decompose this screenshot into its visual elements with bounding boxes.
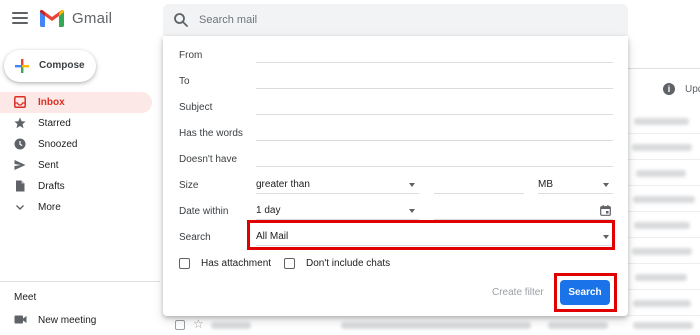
meet-section-title: Meet (14, 292, 37, 303)
sidebar-item-label: Inbox (38, 97, 65, 108)
sidebar-item-starred[interactable]: Starred (0, 113, 152, 134)
top-bar: Gmail (0, 0, 700, 40)
sidebar-item-label: Sent (38, 160, 59, 171)
doesnt-have-label: Doesn't have (179, 154, 238, 165)
main-menu-icon[interactable] (12, 12, 28, 26)
to-underline (256, 88, 613, 89)
list-item[interactable] (628, 290, 700, 316)
size-label: Size (179, 180, 199, 191)
sidebar-item-label: Drafts (38, 181, 65, 192)
video-camera-icon (14, 315, 27, 324)
sidebar-item-snoozed[interactable]: Snoozed (0, 134, 152, 155)
checkbox-icon (179, 258, 190, 269)
sidebar-item-label: More (38, 202, 61, 213)
inbox-icon (14, 96, 26, 108)
date-within-label: Date within (179, 206, 229, 217)
from-underline (256, 62, 613, 63)
calendar-icon[interactable] (600, 205, 611, 216)
size-unit-value: MB (538, 179, 553, 190)
subject-field[interactable] (256, 98, 613, 114)
date-within-value: 1 day (256, 205, 281, 216)
size-value-field[interactable] (434, 176, 524, 194)
search-input[interactable] (199, 11, 599, 29)
size-unit-select[interactable]: MB (538, 176, 613, 194)
info-icon[interactable]: i (663, 83, 675, 95)
sidebar-item-more[interactable]: More (0, 197, 152, 218)
checkbox-icon (284, 258, 295, 269)
sidebar: Compose Inbox Starred Snoozed Sent Draft… (0, 40, 160, 335)
to-label: To (179, 76, 190, 87)
clock-icon (14, 138, 26, 150)
send-icon (14, 160, 26, 170)
new-meeting-item[interactable]: New meeting (0, 310, 152, 330)
app-name: Gmail (72, 10, 113, 27)
list-header-text: Upd (685, 84, 700, 95)
star-icon (14, 117, 26, 129)
size-operator-select[interactable]: greater than (256, 176, 419, 194)
sidebar-item-inbox[interactable]: Inbox (0, 92, 152, 113)
plus-icon (15, 59, 29, 73)
list-item[interactable] (628, 238, 700, 264)
has-words-field[interactable] (256, 124, 613, 140)
gmail-logo-icon (40, 10, 64, 27)
doesnt-have-field[interactable] (256, 150, 613, 166)
sidebar-divider (0, 281, 160, 282)
has-words-underline (256, 140, 613, 141)
sidebar-item-label: Starred (38, 118, 71, 129)
gmail-window: Gmail Compose (0, 0, 700, 335)
sidebar-item-sent[interactable]: Sent (0, 155, 152, 176)
chevron-down-icon (16, 205, 24, 210)
create-filter-link[interactable]: Create filter (492, 287, 544, 298)
from-label: From (179, 50, 203, 61)
doesnt-have-underline (256, 166, 613, 167)
highlight-box (554, 273, 617, 312)
list-item[interactable] (628, 186, 700, 212)
caret-down-icon (603, 183, 609, 187)
caret-down-icon (409, 209, 415, 213)
highlight-box (247, 220, 615, 250)
caret-down-icon (409, 183, 415, 187)
sidebar-item-label: Snoozed (38, 139, 78, 150)
list-top-divider (628, 68, 700, 69)
search-scope-label: Search (179, 232, 211, 243)
date-within-select[interactable]: 1 day (256, 202, 419, 220)
size-operator-value: greater than (256, 179, 310, 190)
new-meeting-label: New meeting (38, 315, 97, 326)
sidebar-item-drafts[interactable]: Drafts (0, 176, 152, 197)
date-field[interactable] (434, 202, 613, 220)
search-icon[interactable] (173, 12, 189, 28)
list-item[interactable] (628, 160, 700, 186)
to-field[interactable] (256, 72, 613, 88)
list-item[interactable] (628, 212, 700, 238)
compose-button[interactable]: Compose (4, 50, 96, 82)
from-field[interactable] (256, 46, 613, 62)
list-item[interactable]: ☆ (163, 316, 700, 335)
advanced-search-panel: From To Subject Has the words Doesn't ha… (163, 36, 628, 316)
has-attachment-label: Has attachment (201, 258, 272, 269)
dont-include-chats-label: Don't include chats (306, 258, 391, 269)
draft-icon (16, 180, 25, 192)
sidebar-nav: Inbox Starred Snoozed Sent Drafts More (0, 92, 152, 218)
subject-underline (256, 114, 613, 115)
star-icon[interactable]: ☆ (193, 317, 204, 331)
list-item[interactable] (628, 134, 700, 160)
row-checkbox[interactable] (175, 320, 185, 330)
search-bar[interactable] (163, 4, 628, 36)
has-words-label: Has the words (179, 128, 243, 139)
compose-label: Compose (39, 60, 85, 71)
subject-label: Subject (179, 102, 213, 113)
list-item[interactable] (628, 108, 700, 134)
list-item[interactable] (628, 264, 700, 290)
